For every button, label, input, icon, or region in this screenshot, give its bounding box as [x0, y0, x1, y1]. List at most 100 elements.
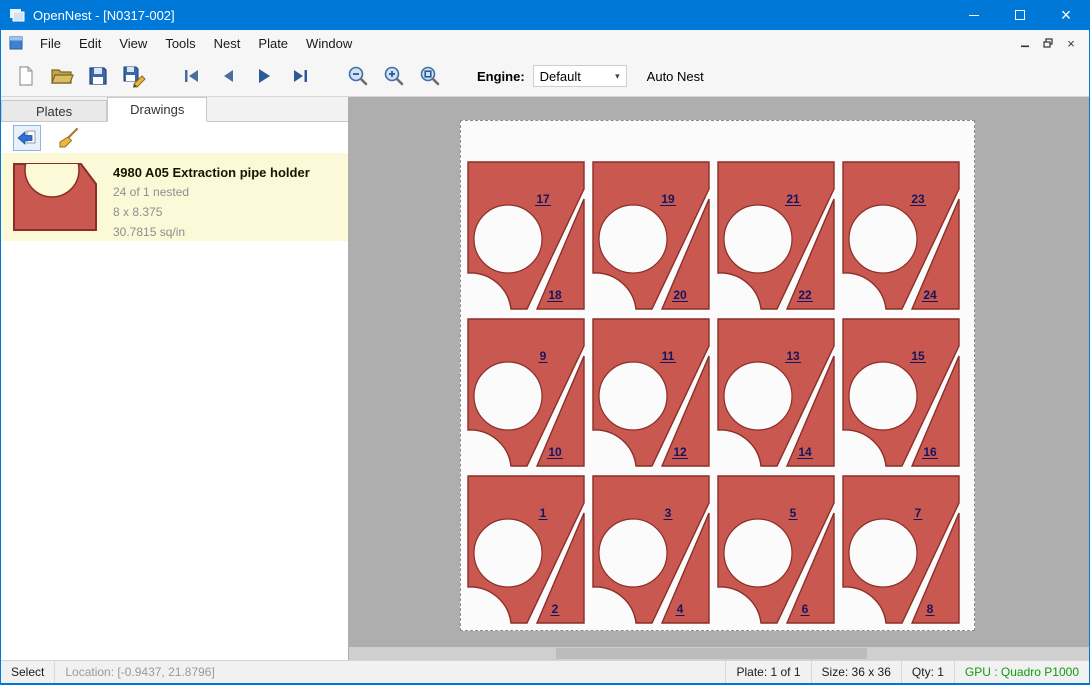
menu-tools[interactable]: Tools	[156, 30, 204, 56]
nav-prev-icon	[217, 65, 239, 87]
nested-part-pair[interactable]: 1920	[590, 159, 712, 312]
new-button[interactable]	[11, 61, 41, 91]
mdi-close-button[interactable]: ×	[1061, 34, 1081, 52]
drawings-toolbar	[1, 122, 348, 153]
part-number: 3	[665, 506, 672, 520]
zoom-in-icon	[382, 64, 406, 88]
part-number: 20	[673, 288, 687, 302]
nested-part-pair[interactable]: 56	[715, 473, 837, 626]
part-circle-cutout	[849, 362, 917, 430]
part-number: 10	[548, 445, 562, 459]
zoom-out-icon	[346, 64, 370, 88]
nested-part-pair[interactable]: 910	[465, 316, 587, 469]
next-plate-button[interactable]	[249, 61, 279, 91]
part-number: 8	[927, 602, 934, 616]
nested-part-pair[interactable]: 78	[840, 473, 962, 626]
nested-part-pair[interactable]: 2324	[840, 159, 962, 312]
mdi-restore-icon	[1042, 37, 1054, 49]
part-circle-cutout	[724, 205, 792, 273]
nested-part-pair[interactable]: 1314	[715, 316, 837, 469]
zoom-fit-button[interactable]	[415, 61, 445, 91]
part-circle-cutout	[474, 362, 542, 430]
status-plate: Plate: 1 of 1	[726, 661, 810, 683]
mdi-restore-button[interactable]	[1038, 34, 1058, 52]
part-number: 22	[798, 288, 812, 302]
part-number: 1	[540, 506, 547, 520]
mdi-close-icon: ×	[1067, 36, 1075, 51]
zoom-out-button[interactable]	[343, 61, 373, 91]
prev-plate-button[interactable]	[213, 61, 243, 91]
floppy-pencil-icon	[122, 64, 146, 88]
part-number: 16	[923, 445, 937, 459]
part-circle-cutout	[849, 519, 917, 587]
auto-nest-button[interactable]: Auto Nest	[647, 69, 704, 84]
part-number: 23	[911, 192, 925, 206]
main-area: Plates Drawings	[1, 97, 1089, 660]
zoom-fit-icon	[418, 64, 442, 88]
new-page-icon	[15, 65, 37, 87]
menu-view[interactable]: View	[110, 30, 156, 56]
menu-edit[interactable]: Edit	[70, 30, 110, 56]
minimize-button[interactable]	[951, 0, 997, 30]
tab-drawings[interactable]: Drawings	[107, 97, 207, 122]
drawing-nested-count: 24 of 1 nested	[113, 184, 310, 200]
zoom-in-button[interactable]	[379, 61, 409, 91]
part-circle-cutout	[474, 519, 542, 587]
status-location: Location: [-0.9437, 21.8796]	[55, 661, 224, 683]
part-circle-cutout	[724, 362, 792, 430]
last-plate-button[interactable]	[285, 61, 315, 91]
part-number: 7	[915, 506, 922, 520]
window-controls: ×	[951, 0, 1089, 30]
minimize-icon	[969, 15, 979, 16]
window-title: OpenNest - [N0317-002]	[33, 8, 175, 23]
engine-select[interactable]: Default ▾	[533, 65, 627, 87]
nested-part-pair[interactable]: 1112	[590, 316, 712, 469]
part-number: 6	[802, 602, 809, 616]
part-circle-cutout	[724, 519, 792, 587]
save-button[interactable]	[83, 61, 113, 91]
part-number: 12	[673, 445, 687, 459]
save-edit-button[interactable]	[119, 61, 149, 91]
plate-sheet[interactable]: 171819202122232491011121314151612345678	[460, 120, 975, 631]
scrollbar-thumb[interactable]	[556, 648, 867, 659]
maximize-button[interactable]	[997, 0, 1043, 30]
nested-part-pair[interactable]: 12	[465, 473, 587, 626]
horizontal-scrollbar[interactable]	[349, 647, 1089, 660]
nested-part-pair[interactable]: 1718	[465, 159, 587, 312]
mdi-child-icon	[8, 35, 24, 51]
part-number: 15	[911, 349, 925, 363]
status-bar: Select Location: [-0.9437, 21.8796] Plat…	[1, 660, 1089, 683]
part-circle-cutout	[599, 205, 667, 273]
drawing-list-item[interactable]: 4980 A05 Extraction pipe holder 24 of 1 …	[1, 153, 348, 241]
chevron-down-icon: ▾	[615, 71, 620, 82]
part-circle-cutout	[599, 519, 667, 587]
part-number: 5	[790, 506, 797, 520]
close-button[interactable]: ×	[1043, 0, 1089, 30]
status-gpu: GPU : Quadro P1000	[955, 661, 1089, 683]
mdi-minimize-button[interactable]	[1015, 34, 1035, 52]
send-to-plate-button[interactable]	[13, 125, 41, 151]
toolbar: Engine: Default ▾ Auto Nest	[1, 56, 1089, 97]
part-number: 21	[786, 192, 800, 206]
part-number: 2	[552, 602, 559, 616]
part-circle-cutout	[599, 362, 667, 430]
first-plate-button[interactable]	[177, 61, 207, 91]
tab-plates[interactable]: Plates	[1, 100, 107, 121]
broom-icon	[58, 127, 80, 149]
mdi-minimize-icon	[1019, 37, 1031, 49]
part-circle-cutout	[474, 205, 542, 273]
app-icon	[9, 7, 25, 23]
clean-button[interactable]	[55, 125, 83, 151]
status-qty: Qty: 1	[902, 661, 954, 683]
nested-part-pair[interactable]: 34	[590, 473, 712, 626]
nested-part-pair[interactable]: 21 22	[715, 159, 837, 312]
engine-label: Engine:	[477, 69, 525, 84]
menu-nest[interactable]: Nest	[205, 30, 250, 56]
menu-plate[interactable]: Plate	[249, 30, 297, 56]
nested-part-pair[interactable]: 1516	[840, 316, 962, 469]
close-icon: ×	[1061, 6, 1072, 24]
menu-file[interactable]: File	[31, 30, 70, 56]
open-button[interactable]	[47, 61, 77, 91]
menu-window[interactable]: Window	[297, 30, 361, 56]
nest-view-canvas[interactable]: 171819202122232491011121314151612345678	[349, 97, 1089, 660]
